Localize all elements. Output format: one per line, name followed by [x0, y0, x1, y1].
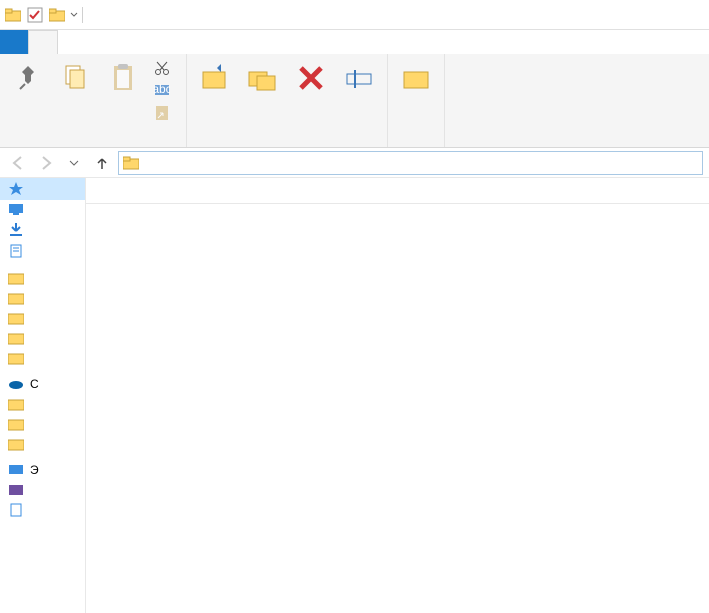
copy-button[interactable] [54, 58, 98, 98]
copy-path-button[interactable]: abc [150, 80, 180, 100]
onedrive-icon [8, 378, 24, 390]
document-icon [8, 243, 24, 259]
copyto-icon [247, 60, 279, 96]
chevron-down-icon[interactable] [70, 9, 78, 21]
moveto-icon [199, 60, 231, 96]
tree-item[interactable] [0, 308, 85, 328]
recent-dropdown[interactable] [62, 151, 86, 175]
move-to-button[interactable] [193, 58, 237, 98]
col-size[interactable] [604, 178, 684, 203]
folder-icon [8, 291, 24, 305]
copy-to-button[interactable] [241, 58, 285, 98]
tree-item[interactable] [0, 480, 85, 500]
tree-item[interactable] [0, 328, 85, 348]
folder-icon [8, 437, 24, 451]
group-clipboard-label [6, 143, 180, 145]
folder-icon [8, 397, 24, 411]
copy-icon [60, 60, 92, 96]
delete-button[interactable] [289, 58, 333, 98]
quick-checkbox-icon[interactable] [26, 6, 44, 24]
delete-icon [295, 60, 327, 96]
folder-icon [4, 6, 22, 24]
up-button[interactable] [90, 151, 114, 175]
back-button[interactable] [6, 151, 30, 175]
copypath-icon: abc [154, 82, 170, 98]
download-icon [8, 221, 24, 237]
scissors-icon [154, 60, 170, 76]
rename-button[interactable] [337, 58, 381, 98]
tree-item[interactable]: C [0, 374, 85, 394]
tree-item[interactable] [0, 218, 85, 240]
forward-button[interactable] [34, 151, 58, 175]
shortcut-icon [154, 104, 170, 120]
folder-icon [8, 271, 24, 285]
quick-folder-icon[interactable] [48, 6, 66, 24]
paste-icon [108, 60, 140, 96]
col-name[interactable] [86, 178, 342, 203]
folder-icon [123, 156, 139, 170]
path-input[interactable] [143, 156, 698, 170]
document-icon [8, 503, 24, 517]
pin-to-quick-access-button[interactable] [6, 58, 50, 98]
rename-icon [343, 60, 375, 96]
tree-item[interactable] [0, 500, 85, 520]
folder-icon [8, 351, 24, 365]
tree-item[interactable] [0, 348, 85, 368]
group-organize-label [193, 143, 381, 145]
tree-item[interactable] [0, 240, 85, 262]
paste-shortcut-button [150, 102, 180, 122]
nav-tree[interactable]: C Э [0, 178, 86, 613]
monitor-icon [8, 464, 24, 476]
tree-item[interactable] [0, 178, 85, 200]
tree-item[interactable] [0, 394, 85, 414]
newfolder-icon [400, 60, 432, 96]
tree-item[interactable] [0, 268, 85, 288]
tab-view[interactable] [86, 30, 114, 54]
tree-item[interactable] [0, 200, 85, 218]
folder-icon [8, 331, 24, 345]
new-folder-button[interactable] [394, 58, 438, 98]
paste-button [102, 58, 146, 98]
monitor-icon [8, 203, 24, 215]
tree-item[interactable] [0, 288, 85, 308]
folder-icon [8, 311, 24, 325]
star-icon [8, 181, 24, 197]
tab-share[interactable] [58, 30, 86, 54]
svg-text:abc: abc [154, 82, 170, 96]
address-bar[interactable] [118, 151, 703, 175]
tab-home[interactable] [28, 30, 58, 54]
cut-button[interactable] [150, 58, 180, 78]
folder-icon [8, 417, 24, 431]
video-icon [8, 483, 24, 497]
tree-item[interactable] [0, 434, 85, 454]
pin-icon [12, 60, 44, 96]
col-date[interactable] [342, 178, 484, 203]
tab-file[interactable] [0, 30, 28, 54]
tree-item[interactable]: Э [0, 460, 85, 480]
col-type[interactable] [484, 178, 604, 203]
tree-item[interactable] [0, 414, 85, 434]
